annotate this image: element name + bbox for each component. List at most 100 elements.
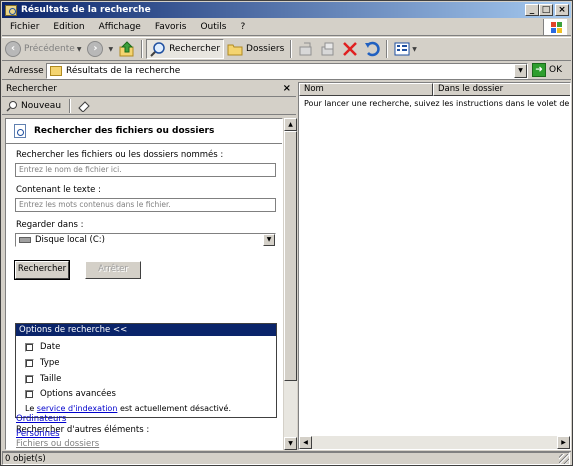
search-toolbar-button[interactable]: Rechercher (146, 39, 225, 59)
back-dropdown-icon[interactable]: ▼ (77, 46, 82, 53)
go-button[interactable]: ➜ OK (532, 63, 562, 77)
views-button[interactable]: ▼ (391, 39, 420, 59)
address-field[interactable]: Résultats de la recherche ▼ (46, 63, 528, 79)
local-disk-icon (19, 237, 31, 243)
menu-favoris[interactable]: Favoris (148, 22, 194, 32)
search-icon (150, 42, 165, 57)
scroll-down-icon[interactable]: ▼ (284, 437, 297, 450)
move-to-button[interactable] (295, 39, 317, 59)
close-button[interactable]: × (555, 4, 569, 16)
standard-toolbar: ‹ Précédente ▼ › ▼ Rechercher Dossiers ▼ (2, 37, 571, 61)
copy-to-icon (321, 42, 334, 56)
column-header-name[interactable]: Nom (299, 83, 433, 96)
go-arrow-icon: ➜ (532, 63, 546, 77)
toolbar-separator (386, 40, 389, 58)
address-dropdown-button[interactable]: ▼ (514, 64, 527, 78)
window-controls: _ □ × (525, 4, 569, 16)
go-label: OK (549, 65, 562, 75)
look-in-select[interactable]: Disque local (C:) ▼ (15, 233, 276, 247)
menu-edition[interactable]: Edition (46, 22, 91, 32)
heading-divider (6, 143, 282, 144)
folders-toolbar-button[interactable]: Dossiers (224, 39, 287, 59)
search-options-header[interactable]: Options de recherche << (16, 324, 276, 336)
back-button[interactable]: ‹ Précédente ▼ (2, 39, 84, 59)
title-bar[interactable]: Résultats de la recherche _ □ × (2, 2, 571, 18)
forward-button[interactable]: › ▼ (84, 39, 116, 59)
content-text-input[interactable]: Entrez les mots contenus dans le fichier… (15, 198, 276, 212)
resize-grip-icon[interactable] (559, 454, 569, 464)
address-label: Adresse (8, 65, 44, 76)
close-pane-icon[interactable]: × (283, 83, 291, 94)
menu-help[interactable]: ? (233, 22, 252, 32)
chevron-down-icon[interactable]: ▼ (263, 234, 275, 246)
option-advanced-label: Options avancées (40, 389, 116, 399)
toolbar-separator (290, 40, 293, 58)
menu-bar: Fichier Edition Affichage Favoris Outils… (2, 18, 571, 36)
eraser-icon[interactable] (77, 100, 91, 112)
option-type-label: Type (40, 358, 60, 368)
menu-fichier[interactable]: Fichier (2, 22, 46, 32)
option-size-label: Taille (40, 374, 62, 384)
new-search-label: Nouveau (21, 100, 62, 111)
back-arrow-icon: ‹ (5, 41, 21, 57)
menu-affichage[interactable]: Affichage (92, 22, 148, 32)
results-horizontal-scrollbar[interactable]: ◀ ▶ (299, 436, 570, 449)
content-label: Contenant le texte : (16, 185, 101, 195)
maximize-button[interactable]: □ (539, 4, 553, 16)
delete-button[interactable] (339, 39, 361, 59)
checkbox[interactable] (25, 374, 34, 384)
undo-icon (365, 41, 380, 57)
scroll-right-icon[interactable]: ▶ (557, 436, 570, 449)
search-options-box: Options de recherche << Date Type Taille… (15, 323, 277, 418)
option-type[interactable]: Type (25, 358, 60, 368)
window-title: Résultats de la recherche (21, 5, 151, 15)
search-pane-toolbar: Nouveau (2, 97, 296, 115)
people-link[interactable]: Personnes (16, 429, 60, 439)
up-folder-icon (119, 41, 134, 57)
file-name-input[interactable]: Entrez le nom de fichier ici. (15, 163, 276, 177)
explorer-window: Résultats de la recherche _ □ × Fichier … (0, 0, 573, 466)
checkbox[interactable] (25, 342, 34, 352)
forward-arrow-icon: › (87, 41, 104, 57)
computers-link[interactable]: Ordinateurs (16, 414, 66, 424)
name-label: Rechercher les fichiers ou les dossiers … (16, 150, 224, 160)
option-date-label: Date (40, 342, 61, 352)
search-results-folder-icon (50, 66, 62, 76)
option-date[interactable]: Date (25, 342, 60, 352)
up-folder-button[interactable] (116, 39, 138, 59)
stop-button[interactable]: Arrêter (85, 261, 141, 279)
checkbox[interactable] (25, 358, 34, 368)
undo-button[interactable] (361, 39, 383, 59)
scroll-thumb[interactable] (284, 131, 297, 381)
new-search-button[interactable]: Nouveau (6, 100, 61, 112)
scroll-left-icon[interactable]: ◀ (299, 436, 312, 449)
pane-toolbar-separator (69, 98, 72, 113)
toolbar-separator (141, 40, 144, 58)
option-size[interactable]: Taille (25, 374, 61, 384)
folders-toolbar-label: Dossiers (246, 44, 285, 54)
column-header-folder[interactable]: Dans le dossier (433, 83, 570, 96)
indexing-suffix: est actuellement désactivé. (119, 404, 231, 413)
indexing-prefix: Le (25, 404, 35, 413)
search-heading-text: Rechercher des fichiers ou dossiers (34, 126, 215, 136)
menu-outils[interactable]: Outils (193, 22, 233, 32)
indexing-note: Le service d'indexation est actuellement… (25, 404, 231, 413)
checkbox[interactable] (25, 389, 34, 399)
search-pane-header: Rechercher × (2, 82, 296, 97)
scroll-up-icon[interactable]: ▲ (284, 118, 297, 131)
search-form-heading: Rechercher des fichiers ou dossiers (14, 124, 214, 138)
minimize-button[interactable]: _ (525, 4, 539, 16)
option-advanced[interactable]: Options avancées (25, 389, 116, 399)
indexing-service-link[interactable]: service d'indexation (37, 404, 118, 413)
results-instruction-text: Pour lancer une recherche, suivez les in… (304, 99, 570, 108)
forward-dropdown-icon[interactable]: ▼ (108, 46, 113, 53)
views-dropdown-icon[interactable]: ▼ (412, 46, 417, 53)
search-button[interactable]: Rechercher (14, 260, 70, 280)
search-pane-scrollbar[interactable]: ▲ ▼ (284, 118, 297, 450)
status-panel (2, 452, 570, 465)
windows-logo-icon (543, 19, 567, 35)
address-bar: Adresse Résultats de la recherche ▼ ➜ OK (2, 62, 571, 80)
status-text: 0 objet(s) (5, 453, 46, 464)
copy-to-button[interactable] (317, 39, 339, 59)
files-folders-link[interactable]: Fichiers ou dossiers (16, 439, 99, 449)
